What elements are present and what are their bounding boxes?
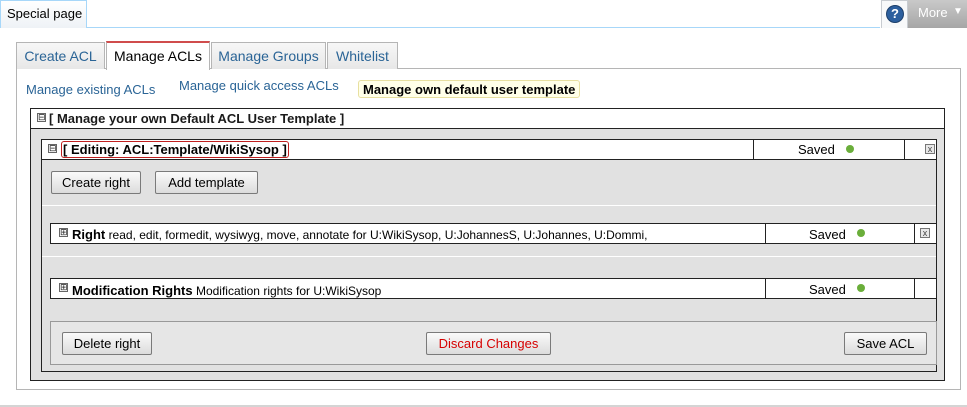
- section-divider: [42, 256, 936, 257]
- modification-row-description: Modification rights for U:WikiSysop: [195, 284, 382, 298]
- right-row-status: Saved: [809, 227, 846, 242]
- cell-divider: [765, 223, 766, 244]
- subtab-manage-default-template[interactable]: Manage own default user template: [358, 80, 581, 98]
- close-icon[interactable]: x: [925, 144, 935, 154]
- save-acl-button[interactable]: Save ACL: [844, 332, 927, 355]
- tab-manage-acls[interactable]: Manage ACLs: [106, 41, 210, 70]
- subtab-manage-existing-acls[interactable]: Manage existing ACLs: [26, 82, 155, 97]
- modification-row-title: Modification Rights: [72, 283, 193, 298]
- tab-create-acl[interactable]: Create ACL: [16, 42, 105, 69]
- tab-label: Create ACL: [24, 48, 97, 64]
- close-icon[interactable]: x: [920, 228, 930, 238]
- modification-row-label: Modification Rights Modification rights …: [72, 283, 381, 298]
- more-menu-button[interactable]: More ▼: [908, 0, 967, 28]
- bracket-close: ]: [282, 142, 287, 157]
- add-template-button[interactable]: Add template: [155, 171, 258, 194]
- status-dot-icon: [846, 145, 854, 153]
- cell-divider: [753, 139, 754, 160]
- cell-divider: [904, 139, 905, 160]
- cell-divider: [914, 278, 915, 299]
- top-divider: [87, 27, 880, 28]
- bracket-open: [: [63, 142, 68, 157]
- subtab-manage-quick-access-acls[interactable]: Manage quick access ACLs: [179, 78, 339, 93]
- panel-title: [ Manage your own Default ACL User Templ…: [49, 111, 345, 126]
- status-dot-icon: [857, 284, 865, 292]
- help-button[interactable]: ?: [881, 0, 908, 28]
- modification-row-status: Saved: [809, 282, 846, 297]
- chevron-down-icon: ▼: [953, 6, 963, 17]
- right-row-description: read, edit, formedit, wysiwyg, move, ann…: [108, 228, 648, 242]
- expand-icon[interactable]: ⊞: [59, 228, 68, 237]
- more-label: More: [918, 5, 948, 20]
- cell-divider: [914, 223, 915, 244]
- editing-title: [ Editing: ACL:Template/WikiSysop ]: [61, 141, 289, 158]
- special-page-tab[interactable]: Special page: [0, 0, 87, 28]
- editing-status: Saved: [798, 142, 835, 157]
- status-dot-icon: [857, 229, 865, 237]
- tab-label: Whitelist: [336, 48, 389, 64]
- right-row-title: Right: [72, 227, 106, 242]
- delete-right-button[interactable]: Delete right: [62, 332, 152, 355]
- right-row-label: Right read, edit, formedit, wysiwyg, mov…: [72, 227, 647, 242]
- section-divider: [42, 205, 936, 206]
- tab-label: Manage Groups: [218, 48, 319, 64]
- tab-label: Manage ACLs: [114, 48, 202, 64]
- expand-icon[interactable]: ⊞: [59, 283, 68, 292]
- tab-whitelist[interactable]: Whitelist: [327, 42, 398, 69]
- collapse-icon[interactable]: ⊟: [48, 144, 57, 153]
- collapse-icon[interactable]: ⊟: [37, 113, 46, 122]
- tab-manage-groups[interactable]: Manage Groups: [211, 42, 326, 69]
- special-page-label: Special page: [7, 6, 83, 21]
- help-icon: ?: [886, 5, 904, 23]
- cell-divider: [765, 278, 766, 299]
- create-right-button[interactable]: Create right: [51, 171, 141, 194]
- editing-title-text: Editing: ACL:Template/WikiSysop: [70, 142, 279, 157]
- discard-changes-button[interactable]: Discard Changes: [426, 332, 551, 355]
